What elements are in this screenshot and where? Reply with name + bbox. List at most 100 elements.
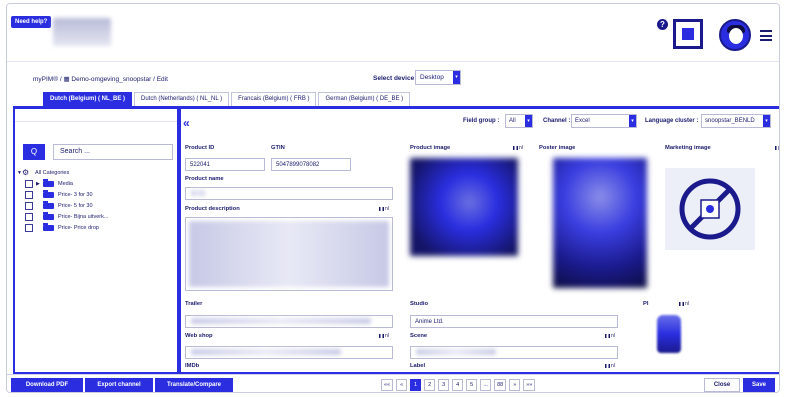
studio-label: Studio bbox=[410, 301, 429, 307]
gtin-input[interactable]: 5047899078082 bbox=[271, 158, 351, 171]
channel-value: Excel bbox=[575, 118, 590, 124]
pi-image[interactable] bbox=[657, 315, 681, 353]
app-window: Need help? ? myPIM® / ▦ Demo-omgeving_sn… bbox=[6, 3, 780, 393]
language-flag-icon: nl bbox=[379, 333, 389, 339]
tree-root-label: All Categories bbox=[35, 169, 70, 176]
poster-image[interactable] bbox=[553, 158, 647, 288]
label-label: Label bbox=[410, 363, 426, 369]
fullscreen-icon[interactable] bbox=[673, 19, 703, 49]
tab-frb[interactable]: Francais (Belgium) ( FRB ) bbox=[231, 92, 317, 106]
pager-page[interactable]: 4 bbox=[452, 379, 464, 391]
product-id-input[interactable]: 522041 bbox=[185, 158, 265, 171]
collapse-sidebar-icon[interactable]: « bbox=[183, 116, 190, 130]
product-id-label: Product ID bbox=[185, 145, 215, 151]
pager-last[interactable]: »» bbox=[523, 379, 536, 391]
translate-compare-button[interactable]: Translate/Compare bbox=[155, 378, 233, 392]
folder-icon bbox=[43, 211, 54, 220]
select-device-label: Select device : bbox=[373, 75, 419, 82]
tree-root[interactable]: ▼ ⚙ All Categories bbox=[17, 167, 108, 178]
breadcrumb-item[interactable]: Demo-omgeving_snoopstar bbox=[71, 76, 151, 83]
language-cluster-select[interactable]: snoopstar_BENLD ▾ bbox=[701, 114, 771, 128]
tree-item[interactable]: Price- Price drop bbox=[17, 222, 108, 233]
chevron-down-icon: ▾ bbox=[525, 115, 532, 127]
breadcrumb: myPIM® / ▦ Demo-omgeving_snoopstar / Edi… bbox=[33, 75, 168, 83]
device-select-value: Desktop bbox=[420, 74, 444, 81]
chevron-down-icon: ▾ bbox=[453, 71, 460, 84]
language-flag-icon: nl bbox=[513, 145, 523, 151]
caret-right-icon[interactable]: ▶ bbox=[36, 181, 41, 187]
product-name-label: Product name bbox=[185, 176, 224, 182]
tab-de-be[interactable]: German (Belgium) ( DE_BE ) bbox=[318, 92, 411, 106]
tree-item[interactable]: Price- 5 for 30 bbox=[17, 200, 108, 211]
tree-item-label: Media bbox=[58, 180, 73, 187]
save-button[interactable]: Save bbox=[743, 378, 775, 392]
product-name-input[interactable] bbox=[185, 187, 393, 200]
trailer-value-blurred bbox=[191, 318, 371, 324]
language-flag-icon bbox=[775, 145, 779, 151]
need-help-button[interactable]: Need help? bbox=[11, 16, 52, 28]
pager-page[interactable]: 1 bbox=[410, 379, 422, 391]
category-tree: ▼ ⚙ All Categories ▶ Media Price- 3 for … bbox=[17, 167, 108, 233]
checkbox[interactable] bbox=[25, 179, 33, 188]
breadcrumb-current: Edit bbox=[156, 76, 168, 83]
breadcrumb-root[interactable]: myPIM® bbox=[33, 76, 58, 83]
field-group-select[interactable]: All ▾ bbox=[505, 114, 533, 128]
field-group-label: Field group : bbox=[463, 118, 500, 124]
fullscreen-icon-inner bbox=[682, 28, 694, 40]
avatar-face bbox=[729, 28, 743, 44]
folder-icon bbox=[43, 178, 54, 187]
tree-item[interactable]: ▶ Media bbox=[17, 178, 108, 189]
pager-page[interactable]: 88 bbox=[494, 379, 507, 391]
language-flag-icon: nl bbox=[605, 363, 615, 369]
pager-page[interactable]: 5 bbox=[466, 379, 478, 391]
product-image[interactable] bbox=[410, 158, 518, 256]
pager-first[interactable]: «« bbox=[381, 379, 394, 391]
folder-icon bbox=[43, 222, 54, 231]
pagination: «« « 1 2 3 4 5 ... 88 » »» bbox=[381, 379, 538, 391]
tab-nl-be[interactable]: Dutch (Belgium) ( NL_BE ) bbox=[43, 92, 132, 106]
search-input[interactable]: Search ... bbox=[53, 144, 173, 160]
chevron-down-icon: ▾ bbox=[763, 115, 770, 127]
pager-page[interactable]: 3 bbox=[438, 379, 450, 391]
scene-value-blurred bbox=[416, 349, 496, 355]
tab-nl-nl[interactable]: Dutch (Netherlands) ( NL_NL ) bbox=[134, 92, 230, 106]
folder-icon bbox=[43, 189, 54, 198]
checkbox[interactable] bbox=[25, 190, 33, 199]
tree-item[interactable]: Price- Bijna uitverk... bbox=[17, 211, 108, 222]
studio-input[interactable]: Anime Ltd. bbox=[410, 315, 618, 328]
tree-item-label: Price- 5 for 30 bbox=[58, 202, 93, 209]
export-channel-button[interactable]: Export channel bbox=[85, 378, 153, 392]
pager-next[interactable]: » bbox=[509, 379, 521, 391]
checkbox[interactable] bbox=[25, 201, 33, 210]
channel-select[interactable]: Excel ▾ bbox=[571, 114, 637, 128]
product-image-label: Product image bbox=[410, 145, 451, 151]
checkbox[interactable] bbox=[25, 212, 33, 221]
pager-page[interactable]: 2 bbox=[424, 379, 436, 391]
product-edit-panel: Field group : All ▾ Channel : Excel ▾ La… bbox=[181, 109, 779, 372]
tree-item-label: Price- 3 for 30 bbox=[58, 191, 93, 198]
help-icon[interactable]: ? bbox=[657, 19, 668, 30]
breadcrumb-separator: / bbox=[153, 76, 155, 83]
product-description-value-blurred bbox=[189, 221, 389, 287]
web-shop-label: Web shop bbox=[185, 333, 213, 339]
close-button[interactable]: Close bbox=[704, 378, 740, 392]
device-select[interactable]: Desktop ▾ bbox=[415, 70, 461, 85]
hamburger-menu-icon[interactable] bbox=[760, 30, 772, 44]
checkbox[interactable] bbox=[25, 223, 33, 232]
tree-item[interactable]: Price- 3 for 30 bbox=[17, 189, 108, 200]
top-header: Need help? ? bbox=[7, 4, 779, 62]
user-avatar[interactable] bbox=[719, 19, 751, 51]
download-pdf-button[interactable]: Download PDF bbox=[11, 378, 83, 392]
pager-ellipsis: ... bbox=[480, 379, 492, 391]
trailer-label: Trailer bbox=[185, 301, 203, 307]
pager-prev[interactable]: « bbox=[396, 379, 408, 391]
tree-item-label: Price- Bijna uitverk... bbox=[58, 213, 109, 220]
language-cluster-value: snoopstar_BENLD bbox=[705, 118, 755, 124]
imdb-label: IMDb bbox=[185, 363, 200, 369]
search-button[interactable]: Q bbox=[23, 144, 45, 160]
product-description-label: Product description bbox=[185, 206, 240, 212]
gtin-label: GTIN bbox=[271, 145, 285, 151]
language-cluster-label: Language cluster : bbox=[645, 118, 699, 124]
channel-label: Channel : bbox=[543, 118, 571, 124]
marketing-image-placeholder[interactable] bbox=[665, 168, 755, 250]
